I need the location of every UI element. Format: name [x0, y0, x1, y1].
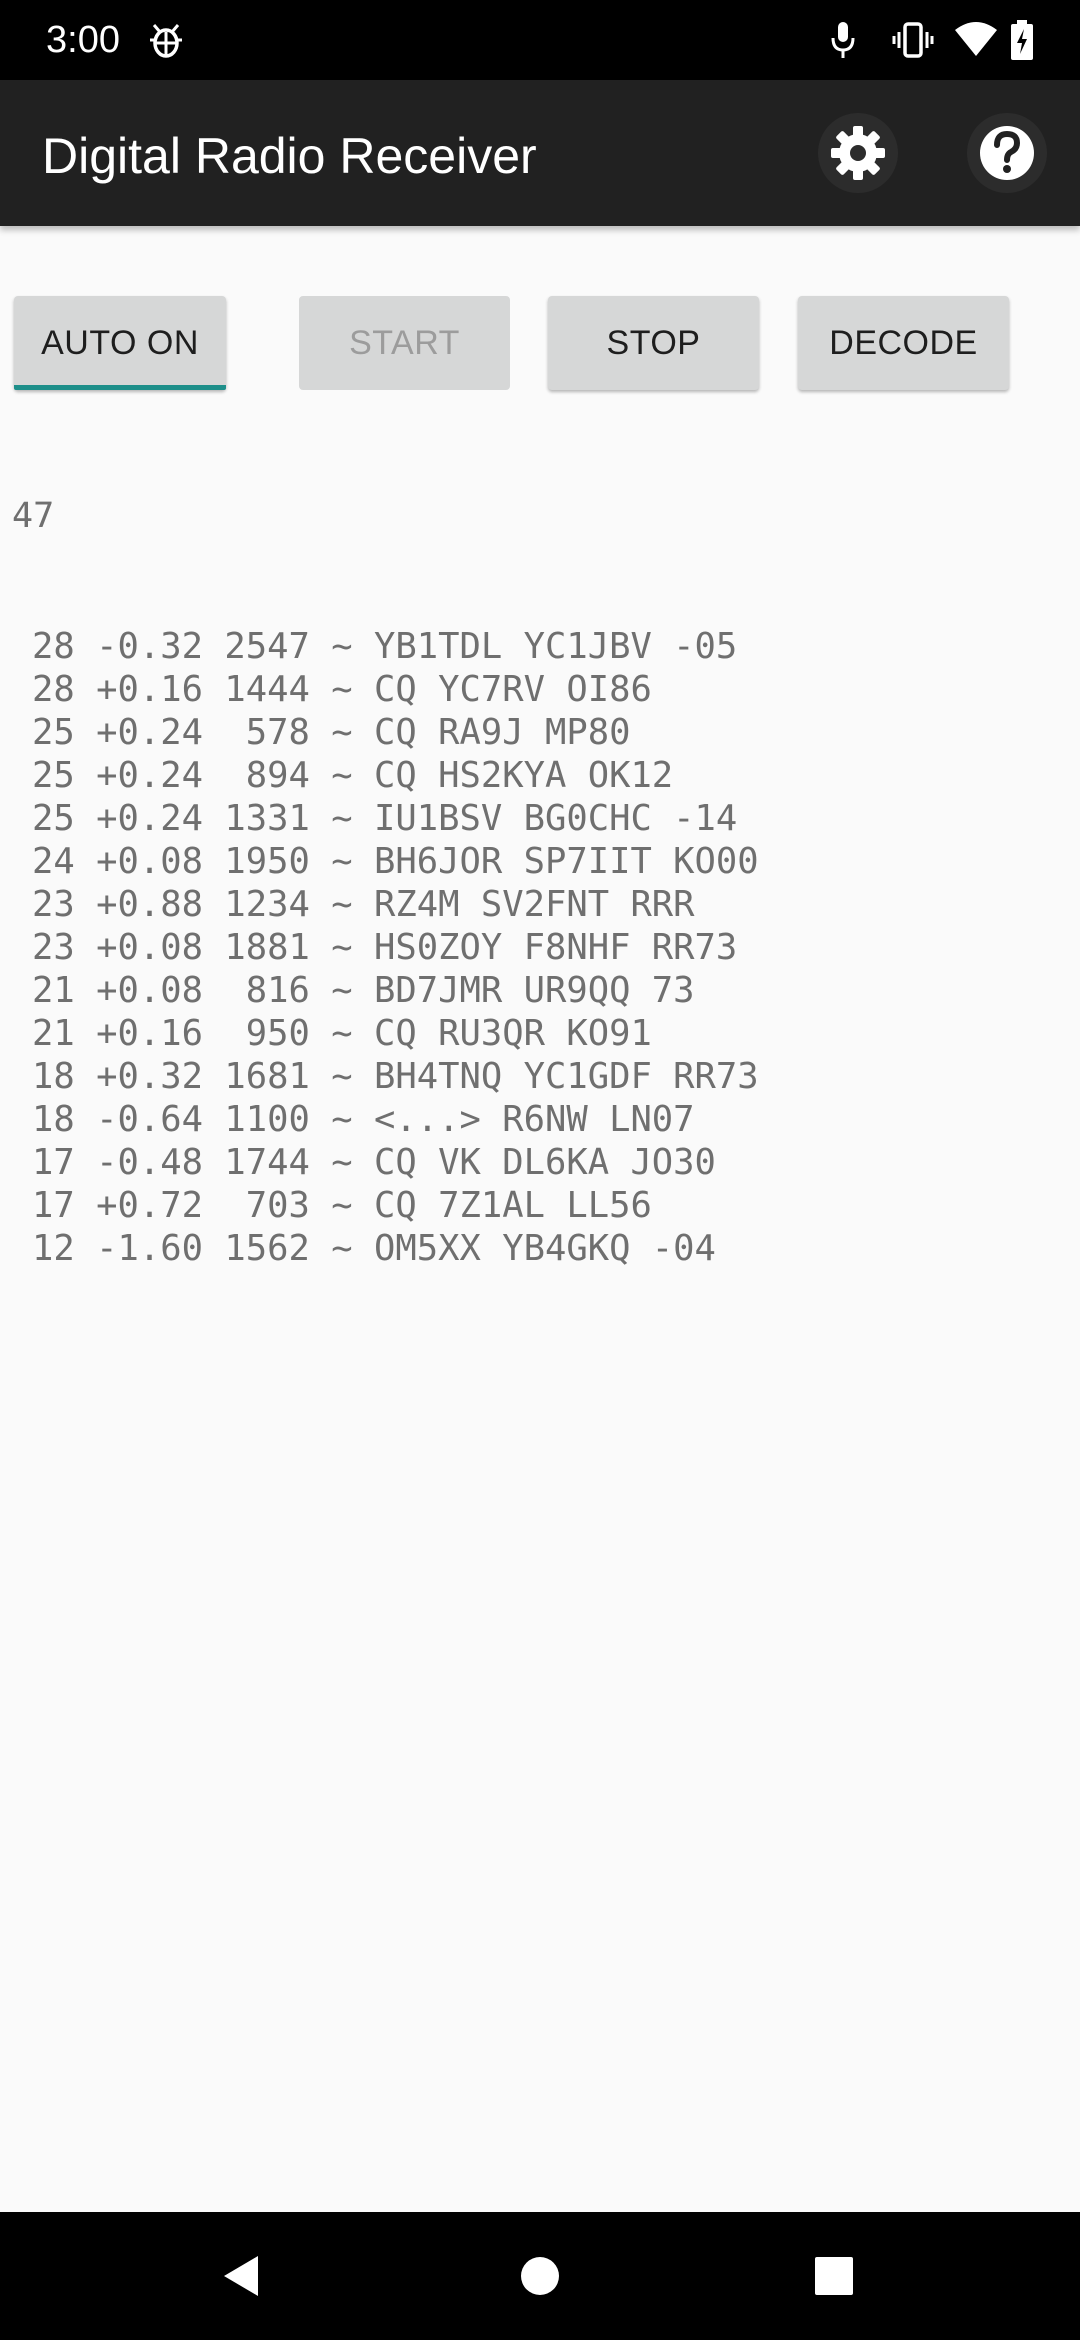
help-button[interactable]	[966, 112, 1048, 194]
stop-button[interactable]: STOP	[548, 296, 759, 390]
start-button-label: START	[349, 323, 460, 362]
back-button[interactable]	[202, 2236, 282, 2316]
back-icon	[224, 2256, 258, 2296]
battery-icon	[1011, 20, 1033, 60]
auto-toggle-button[interactable]: AUTO ON	[14, 296, 226, 390]
start-button[interactable]: START	[299, 296, 510, 390]
decode-line: 18 +0.32 1681 ~ BH4TNQ YC1GDF RR73	[32, 1056, 759, 1097]
decode-line: 25 +0.24 1331 ~ IU1BSV BG0CHC -14	[32, 798, 738, 839]
decode-line: 25 +0.24 578 ~ CQ RA9J MP80	[32, 712, 631, 753]
decode-line: 23 +0.08 1881 ~ HS0ZOY F8NHF RR73	[32, 927, 738, 968]
recents-button[interactable]	[794, 2236, 874, 2316]
app-title: Digital Radio Receiver	[42, 128, 537, 184]
decode-line: 28 -0.32 2547 ~ YB1TDL YC1JBV -05	[32, 626, 738, 667]
toggle-active-indicator	[14, 385, 226, 390]
decode-button-label: DECODE	[829, 323, 978, 362]
decode-line: 24 +0.08 1950 ~ BH6JOR SP7IIT KO00	[32, 841, 759, 882]
decode-line: 28 +0.16 1444 ~ CQ YC7RV OI86	[32, 669, 652, 710]
help-icon	[967, 113, 1047, 193]
bug-notification-icon	[150, 24, 182, 58]
decode-line: 23 +0.88 1234 ~ RZ4M SV2FNT RRR	[32, 884, 695, 925]
app-bar: Digital Radio Receiver	[0, 80, 1080, 226]
decode-line: 21 +0.16 950 ~ CQ RU3QR KO91	[32, 1013, 652, 1054]
decode-line: 18 -0.64 1100 ~ <...> R6NW LN07	[32, 1099, 695, 1140]
home-button[interactable]	[500, 2236, 580, 2316]
vibrate-icon	[892, 22, 934, 58]
decode-line: 17 +0.72 703 ~ CQ 7Z1AL LL56	[32, 1185, 652, 1226]
home-icon	[521, 2257, 559, 2295]
recents-icon	[815, 2257, 853, 2295]
auto-toggle-label: AUTO ON	[41, 323, 199, 362]
wifi-icon	[955, 22, 997, 56]
settings-button[interactable]	[817, 112, 899, 194]
status-time: 3:00	[46, 19, 120, 61]
decode-line: 12 -1.60 1562 ~ OM5XX YB4GKQ -04	[32, 1228, 716, 1269]
decode-list: 28 -0.32 2547 ~ YB1TDL YC1JBV -05 28 +0.…	[32, 625, 759, 1270]
settings-gear-icon	[818, 113, 898, 193]
system-nav-bar	[0, 2212, 1080, 2340]
decode-button[interactable]: DECODE	[798, 296, 1009, 390]
decode-counter: 47	[12, 496, 55, 536]
decode-line: 25 +0.24 894 ~ CQ HS2KYA OK12	[32, 755, 674, 796]
microphone-icon	[831, 22, 855, 58]
decode-line: 21 +0.08 816 ~ BD7JMR UR9QQ 73	[32, 970, 695, 1011]
stop-button-label: STOP	[606, 323, 701, 362]
status-bar: 3:00	[0, 0, 1080, 80]
decode-line: 17 -0.48 1744 ~ CQ VK DL6KA JO30	[32, 1142, 716, 1183]
